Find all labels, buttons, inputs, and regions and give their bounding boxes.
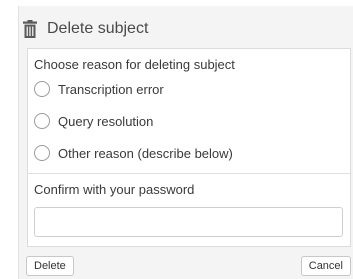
cancel-button[interactable]: Cancel [300, 256, 351, 276]
trash-icon [23, 20, 37, 38]
reason-label: Choose reason for deleting subject [34, 57, 235, 72]
password-input[interactable] [34, 207, 343, 237]
radio-option-query-resolution[interactable]: Query resolution [34, 113, 153, 129]
section-divider [28, 173, 350, 174]
radio-option-other-reason[interactable]: Other reason (describe below) [34, 145, 233, 161]
confirm-password-label: Confirm with your password [34, 182, 195, 197]
radio-label: Query resolution [58, 113, 154, 129]
dialog-title: Delete subject [47, 20, 149, 37]
radio-button[interactable] [34, 81, 50, 97]
radio-label: Other reason (describe below) [58, 145, 233, 161]
radio-button[interactable] [34, 145, 50, 161]
radio-option-transcription-error[interactable]: Transcription error [34, 81, 164, 97]
delete-button[interactable]: Delete [26, 256, 74, 276]
dialog-header: Delete subject [19, 14, 148, 44]
radio-button[interactable] [34, 113, 50, 129]
radio-label: Transcription error [58, 81, 164, 97]
delete-subject-dialog: Delete subject Choose reason for deletin… [18, 6, 353, 279]
dialog-form-panel: Choose reason for deleting subject Trans… [27, 48, 351, 247]
